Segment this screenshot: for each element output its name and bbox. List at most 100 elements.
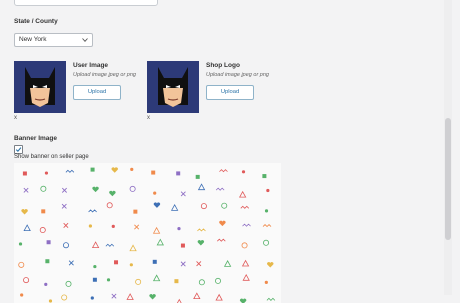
confetti-square-icon xyxy=(176,171,181,176)
show-banner-checkbox[interactable] xyxy=(14,145,23,154)
confetti-circle-icon xyxy=(61,294,68,301)
confetti-triangle-icon xyxy=(170,204,179,211)
user-image-upload-button[interactable]: Upload xyxy=(73,85,121,100)
confetti-circle-icon xyxy=(18,261,25,268)
confetti-dot-icon xyxy=(130,167,134,172)
confetti-pattern xyxy=(18,167,276,303)
confetti-circle-icon xyxy=(40,185,47,192)
confetti-dot-icon xyxy=(44,171,49,175)
confetti-triangle-icon xyxy=(152,274,161,282)
confetti-square-icon xyxy=(195,174,200,179)
confetti-square-icon xyxy=(22,171,27,176)
confetti-circle-icon xyxy=(135,278,142,285)
remove-user-image-button[interactable]: x xyxy=(14,115,17,121)
check-icon xyxy=(15,147,22,153)
user-image-title: User Image xyxy=(73,62,109,69)
user-image-hint: Upload image jpeg or png xyxy=(73,72,136,78)
confetti-dot-icon xyxy=(88,224,92,228)
confetti-cross-icon xyxy=(61,203,67,209)
confetti-triangle-icon xyxy=(238,190,247,198)
confetti-heart-icon xyxy=(239,298,247,303)
confetti-circle-icon xyxy=(23,277,30,284)
confetti-triangle-icon xyxy=(197,183,206,191)
batman-mask-icon xyxy=(147,61,199,113)
confetti-circle-icon xyxy=(63,242,70,249)
confetti-triangle-icon xyxy=(23,224,31,232)
shop-logo-preview xyxy=(147,61,199,113)
confetti-zigzag-icon xyxy=(240,205,250,209)
confetti-dot-icon xyxy=(111,224,115,228)
confetti-triangle-icon xyxy=(176,298,182,303)
confetti-circle-icon xyxy=(39,227,46,234)
confetti-cross-icon xyxy=(61,187,67,193)
top-text-input[interactable] xyxy=(14,0,158,6)
confetti-triangle-icon xyxy=(129,244,137,252)
remove-shop-logo-button[interactable]: x xyxy=(147,115,150,121)
confetti-cross-icon xyxy=(134,224,140,230)
confetti-heart-icon xyxy=(21,209,28,215)
confetti-dot-icon xyxy=(266,188,270,193)
confetti-circle-icon xyxy=(200,203,207,210)
confetti-square-icon xyxy=(152,259,157,264)
confetti-cross-icon xyxy=(180,191,186,197)
confetti-square-icon xyxy=(180,243,185,248)
confetti-square-icon xyxy=(114,260,119,265)
confetti-dot-icon xyxy=(241,170,246,174)
confetti-square-icon xyxy=(92,277,97,282)
state-select-value: New York xyxy=(19,36,47,43)
confetti-circle-icon xyxy=(263,239,270,246)
confetti-dot-icon xyxy=(20,293,24,297)
confetti-cross-icon xyxy=(196,261,202,267)
confetti-heart-icon xyxy=(267,262,274,268)
state-label: State / County xyxy=(14,18,58,25)
confetti-zigzag-icon xyxy=(105,243,115,247)
state-select[interactable]: New York xyxy=(14,33,93,47)
confetti-zigzag-icon xyxy=(266,297,276,301)
confetti-cross-icon xyxy=(63,222,69,228)
confetti-triangle-icon xyxy=(193,292,201,300)
confetti-square-icon xyxy=(45,259,50,264)
confetti-square-icon xyxy=(46,240,51,245)
confetti-dot-icon xyxy=(90,296,94,300)
confetti-cross-icon xyxy=(23,187,29,193)
confetti-zigzag-icon xyxy=(219,169,228,173)
banner-image-title: Banner Image xyxy=(14,135,57,142)
shop-logo-upload-button[interactable]: Upload xyxy=(206,85,254,100)
confetti-circle-icon xyxy=(198,279,205,286)
confetti-triangle-icon xyxy=(242,273,250,281)
confetti-cross-icon xyxy=(180,261,186,267)
confetti-dot-icon xyxy=(129,263,133,267)
confetti-triangle-icon xyxy=(91,241,100,249)
confetti-circle-icon xyxy=(215,277,222,284)
confetti-zigzag-icon xyxy=(242,223,251,227)
confetti-dot-icon xyxy=(264,209,269,213)
confetti-square-icon xyxy=(133,209,138,214)
batman-mask-icon xyxy=(14,61,66,113)
confetti-zigzag-icon xyxy=(88,209,97,213)
confetti-dot-icon xyxy=(106,278,111,282)
confetti-circle-icon xyxy=(65,280,72,287)
confetti-circle-icon xyxy=(221,202,228,209)
scrollbar-thumb[interactable] xyxy=(445,118,451,240)
confetti-dot-icon xyxy=(177,227,181,231)
confetti-heart-icon xyxy=(109,190,116,197)
banner-image-preview xyxy=(14,163,281,303)
confetti-triangle-icon xyxy=(223,260,232,267)
confetti-dot-icon xyxy=(93,264,97,269)
confetti-dot-icon xyxy=(48,299,53,303)
chevron-down-icon xyxy=(82,38,88,42)
confetti-triangle-icon xyxy=(241,259,250,267)
confetti-heart-icon xyxy=(197,240,205,246)
confetti-triangle-icon xyxy=(215,293,223,301)
confetti-circle-icon xyxy=(106,202,113,209)
confetti-cross-icon xyxy=(68,260,74,266)
confetti-circle-icon xyxy=(241,242,248,249)
confetti-heart-icon xyxy=(92,186,99,193)
confetti-circle-icon xyxy=(129,185,136,192)
show-banner-label: Show banner on seller page xyxy=(14,154,89,160)
confetti-zigzag-icon xyxy=(215,187,225,191)
shop-logo-hint: Upload image jpeg or png xyxy=(206,72,269,78)
confetti-square-icon xyxy=(174,279,179,284)
user-image-preview xyxy=(14,61,66,113)
confetti-dot-icon xyxy=(153,191,157,195)
